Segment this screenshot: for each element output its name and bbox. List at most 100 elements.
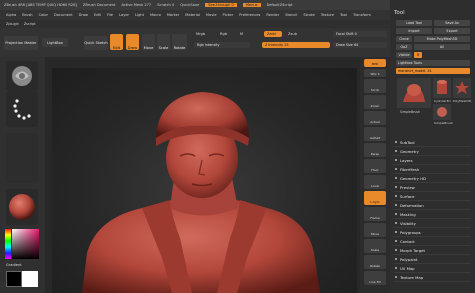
scale-button[interactable]: Scale: [157, 34, 170, 50]
section-polypaint[interactable]: Polypaint: [393, 255, 471, 264]
menu-document[interactable]: Document: [54, 13, 73, 17]
clone-button[interactable]: Clone: [396, 36, 412, 42]
goz-r-button[interactable]: R: [414, 52, 422, 58]
tool-thumb-simplebrush[interactable]: [433, 104, 451, 120]
tool-thumb-current[interactable]: [397, 78, 431, 108]
projection-master-button[interactable]: Projection Master: [4, 36, 38, 50]
actual-button[interactable]: Actual: [364, 111, 386, 125]
menu-stroke[interactable]: Stroke: [303, 13, 314, 17]
menu-file[interactable]: File: [107, 13, 113, 17]
menu-brush[interactable]: Brush: [22, 13, 32, 17]
section-geometry[interactable]: Geometry: [393, 147, 471, 156]
zsub-toggle[interactable]: Zsub: [288, 32, 297, 36]
lsym-button[interactable]: L.Sym: [364, 191, 386, 205]
menu-render[interactable]: Render: [266, 13, 279, 17]
document-canvas[interactable]: [52, 68, 357, 293]
scroll-button[interactable]: Scroll: [364, 79, 386, 93]
rotate-button[interactable]: Rotate: [172, 34, 187, 50]
section-preview[interactable]: Preview: [393, 183, 471, 192]
section-geometry-hd[interactable]: Geometry HD: [393, 174, 471, 183]
frame-button[interactable]: Frame: [364, 207, 386, 221]
move-button[interactable]: Move: [142, 34, 155, 50]
scale-view-button[interactable]: Scale: [364, 239, 386, 253]
menu-light[interactable]: Light: [135, 13, 144, 17]
persp-button[interactable]: Persp: [364, 143, 386, 157]
menu-zplugin[interactable]: Zplugin: [6, 22, 19, 26]
goz-all-button[interactable]: All: [414, 44, 470, 50]
mrgb-toggle[interactable]: Mrgb: [196, 32, 205, 36]
z-intensity-slider[interactable]: Z Intensity 25: [262, 42, 330, 48]
zadd-toggle[interactable]: Zadd: [264, 31, 282, 37]
section-contact[interactable]: Contact: [393, 237, 471, 246]
draw-size-slider[interactable]: Draw Size 64: [333, 42, 387, 48]
stroke-picker[interactable]: [6, 91, 38, 127]
default-script[interactable]: DefaultZScript: [267, 3, 293, 7]
focal-shift-slider[interactable]: Focal Shift 0: [333, 31, 387, 37]
section-fibermesh[interactable]: FiberMesh: [393, 165, 471, 174]
m-toggle[interactable]: M: [240, 32, 243, 36]
section-texture-map[interactable]: Texture Map: [393, 273, 471, 282]
quicksave-button[interactable]: QuickSave: [180, 3, 199, 7]
menu-picker[interactable]: Picker: [223, 13, 234, 17]
goz-visible-button[interactable]: Visible: [396, 52, 412, 58]
local-button[interactable]: Local: [364, 175, 386, 189]
menu-texture[interactable]: Texture: [321, 13, 334, 17]
save-as-button[interactable]: Save As: [434, 20, 470, 26]
section-uv-map[interactable]: UV Map: [393, 264, 471, 273]
alpha-picker[interactable]: [6, 133, 38, 183]
material-picker[interactable]: [6, 189, 38, 225]
menu-transform[interactable]: Transform: [353, 13, 371, 17]
rgb-intensity-slider[interactable]: Rgb Intensity: [194, 42, 250, 48]
menu-zscript[interactable]: Zscript: [24, 22, 36, 26]
menu-macro[interactable]: Macro: [150, 13, 161, 17]
menu-color[interactable]: Color: [39, 13, 48, 17]
load-tool-button[interactable]: Load Tool: [396, 20, 432, 26]
line-fill-button[interactable]: Line Fill: [364, 271, 386, 285]
menu-alpha[interactable]: Alpha: [6, 13, 16, 17]
make-polymesh3d-button[interactable]: Make PolyMesh3D: [414, 36, 470, 42]
import-button[interactable]: Import: [396, 28, 432, 34]
color-picker[interactable]: [5, 229, 39, 259]
menu-draw[interactable]: Draw: [79, 13, 88, 17]
menu-marker[interactable]: Marker: [167, 13, 179, 17]
rotate-view-button[interactable]: Rotate: [364, 255, 386, 269]
menu-edit[interactable]: Edit: [94, 13, 101, 17]
rgb-toggle[interactable]: Rgb: [220, 32, 227, 36]
section-deformation[interactable]: Deformation: [393, 201, 471, 210]
menu-tool[interactable]: Tool: [340, 13, 347, 17]
main-color-swatch[interactable]: [6, 271, 22, 287]
current-tool-slider[interactable]: manshirt_model. 41: [396, 68, 470, 74]
section-layers[interactable]: Layers: [393, 156, 471, 165]
lightbox-button[interactable]: LightBox: [42, 38, 68, 47]
export-button[interactable]: Export: [434, 28, 470, 34]
draw-button[interactable]: Draw: [126, 34, 139, 50]
edit-button[interactable]: Edit: [110, 34, 123, 50]
secondary-color-swatch[interactable]: [22, 271, 38, 287]
section-masking[interactable]: Masking: [393, 210, 471, 219]
zoom-button[interactable]: Zoom: [364, 95, 386, 109]
menu-movie[interactable]: Movie: [206, 13, 217, 17]
menu-layer[interactable]: Layer: [119, 13, 129, 17]
menu-stencil[interactable]: Stencil: [285, 13, 297, 17]
section-polygroups[interactable]: Polygroups: [393, 228, 471, 237]
aahalf-button[interactable]: AAHalf: [364, 127, 386, 141]
move-view-button[interactable]: Move: [364, 223, 386, 237]
see-through-slider[interactable]: See-through 0: [205, 3, 237, 7]
section-morph-target[interactable]: Morph Target: [393, 246, 471, 255]
tool-thumb-polymesh[interactable]: [453, 78, 471, 98]
section-surface[interactable]: Surface: [393, 192, 471, 201]
lightbox-tools-button[interactable]: Lightbox Tools: [396, 60, 470, 66]
brush-picker[interactable]: [6, 61, 38, 91]
tool-thumb-cylinder[interactable]: [433, 78, 451, 98]
spix-slider[interactable]: SPix 3: [364, 69, 386, 77]
menus-button[interactable]: Menus: [242, 3, 261, 7]
menu-material[interactable]: Material: [185, 13, 200, 17]
bpr-button[interactable]: BPR: [364, 59, 386, 67]
menu-preferences[interactable]: Preferences: [239, 13, 260, 17]
section-visibility[interactable]: Visibility: [393, 219, 471, 228]
top-shelf: Projection Master LightBox Quick Sketch …: [0, 28, 390, 57]
section-subtool[interactable]: SubTool: [393, 138, 471, 147]
quick-sketch-button[interactable]: Quick Sketch: [84, 36, 108, 50]
floor-button[interactable]: Floor: [364, 159, 386, 173]
goz-button[interactable]: GoZ: [396, 44, 412, 50]
